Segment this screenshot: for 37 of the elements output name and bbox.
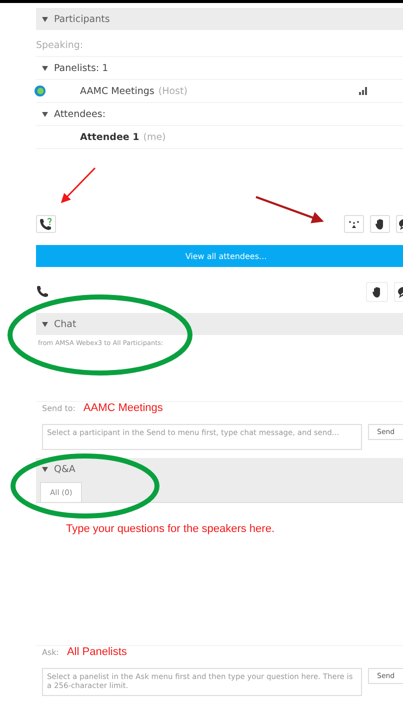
collapse-triangle-icon[interactable] [42, 466, 48, 472]
collapse-triangle-icon[interactable] [42, 112, 48, 116]
audio-nodes-button[interactable] [344, 215, 364, 233]
panel-title: Q&A [54, 464, 76, 474]
send-to-label: Send to: [42, 404, 76, 413]
panel-title: Chat [54, 318, 76, 330]
collapse-triangle-icon[interactable] [42, 66, 48, 70]
collapse-triangle-icon[interactable] [42, 322, 48, 326]
participants-header[interactable]: Participants [36, 8, 403, 30]
participant-role: (Host) [158, 86, 188, 96]
instruction-annotation: Type your questions for the speakers here. [66, 523, 275, 535]
group-label: Panelists: 1 [54, 62, 108, 74]
phone-icon [36, 284, 50, 298]
audio-nodes-icon [348, 219, 360, 229]
ask-label: Ask: [42, 648, 59, 657]
speaking-label: Speaking: [36, 40, 84, 50]
participant-role: (me) [143, 132, 166, 142]
annotation-arrow [256, 196, 324, 224]
raise-hand-button[interactable] [370, 215, 390, 233]
participant-name: Attendee 1 [80, 132, 140, 142]
raise-hand-button[interactable] [366, 282, 388, 302]
recipient-annotation: AAMC Meetings [83, 402, 163, 414]
group-label: Attendees: [54, 108, 106, 120]
phone-question-button[interactable] [36, 215, 56, 233]
participant-name: AAMC Meetings [80, 86, 154, 96]
signal-bars-icon [359, 86, 369, 95]
phone-question-icon [39, 218, 53, 230]
hand-icon [375, 218, 385, 230]
hand-icon [372, 286, 382, 298]
view-all-attendees-button[interactable]: View all attendees... [36, 245, 403, 267]
avatar-icon [34, 85, 46, 97]
recipient-annotation: All Panelists [66, 646, 127, 658]
chat-header[interactable]: Chat [36, 313, 403, 335]
panel-title: Participants [54, 14, 110, 24]
annotation-arrow [60, 167, 96, 204]
collapse-triangle-icon[interactable] [42, 16, 48, 22]
qa-header[interactable]: Q&A [36, 458, 403, 480]
